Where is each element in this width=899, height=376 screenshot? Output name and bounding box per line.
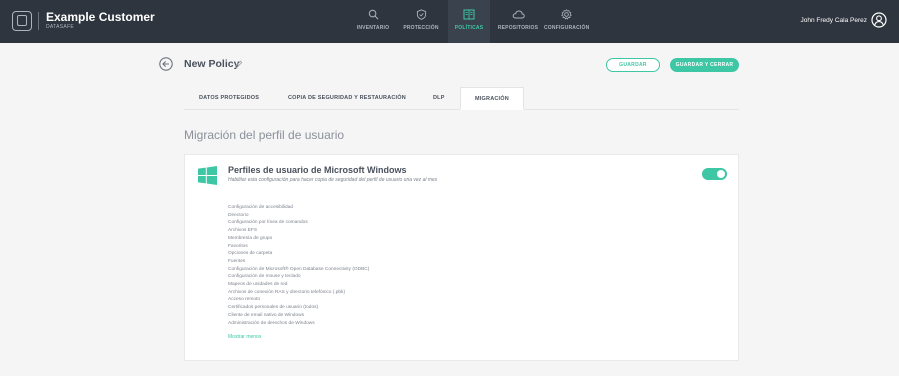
back-arrow-icon[interactable]	[159, 57, 173, 71]
save-button[interactable]: GUARDAR	[606, 58, 660, 72]
save-and-close-button[interactable]: GUARDAR Y CERRAR	[670, 58, 739, 72]
list-item: Acceso remoto	[228, 297, 260, 303]
list-item: Cliente de email nativo de Windows	[228, 312, 304, 318]
search-icon	[368, 9, 378, 20]
nav-label: REPOSITORIOS	[497, 25, 539, 31]
customer-name: Example Customer	[46, 10, 155, 24]
nav-configuracion[interactable]: CONFIGURACIÓN	[544, 0, 590, 43]
card-subtitle: Habilitar esta configuración para hacer …	[228, 177, 438, 183]
policy-icon	[463, 9, 475, 20]
section-title: Migración del perfil de usuario	[184, 128, 345, 142]
policy-title: New Policy	[184, 58, 240, 70]
nav-label: PROTECCIÓN	[403, 25, 439, 31]
list-item: Fuentes	[228, 258, 246, 264]
windows-profiles-card: Perfiles de usuario de Microsoft Windows…	[184, 154, 739, 361]
logo-divider	[38, 12, 39, 30]
product-name: DATASAFE	[46, 24, 75, 30]
pencil-icon[interactable]	[234, 60, 243, 69]
nav-proteccion[interactable]: PROTECCIÓN	[399, 0, 443, 43]
top-bar: Example Customer DATASAFE INVENTARIO PRO…	[0, 0, 899, 43]
list-item: Certificados personales de usuario (todo…	[228, 305, 319, 311]
list-item: Archivos EFS	[228, 228, 258, 234]
toggle-knob	[717, 170, 725, 178]
card-title: Perfiles de usuario de Microsoft Windows	[228, 165, 407, 175]
list-item: Configuración de accesibilidad	[228, 205, 294, 210]
nav-politicas[interactable]: POLÍTICAS	[448, 0, 490, 43]
nav-label: CONFIGURACIÓN	[544, 25, 590, 31]
user-avatar-icon[interactable]	[871, 12, 887, 28]
list-item: Archivos de conexión RAS y directorio te…	[228, 289, 346, 295]
enable-toggle[interactable]	[702, 168, 727, 180]
user-name[interactable]: John Fredy Cala Perez	[801, 17, 867, 24]
tab-datos-protegidos[interactable]: DATOS PROTEGIDOS	[199, 87, 259, 110]
list-item: Configuración por línea de comandos	[228, 220, 308, 226]
list-item: Configuración de Microsoft® Open Databas…	[228, 266, 370, 272]
list-item: Opciones de carpeta	[228, 251, 273, 257]
shield-icon	[416, 9, 426, 20]
nav-inventario[interactable]: INVENTARIO	[352, 0, 394, 43]
list-item: Mapeos de unidades de red	[228, 282, 288, 288]
list-item: Administración de derechos de Windows	[228, 320, 315, 326]
cloud-icon	[512, 10, 525, 19]
list-item: Directorio	[228, 212, 249, 218]
tab-migracion[interactable]: MIGRACIÓN	[460, 87, 524, 110]
windows-logo-icon	[198, 166, 217, 185]
nav-label: POLÍTICAS	[454, 25, 484, 31]
list-item: Configuración de mouse y teclado	[228, 274, 301, 280]
list-item: Membresía de grupo	[228, 235, 273, 241]
settings-list: Configuración de accesibilidad Directori…	[228, 204, 369, 327]
show-less-link[interactable]: Mostrar menos	[228, 334, 261, 340]
nav-repositorios[interactable]: REPOSITORIOS	[496, 0, 540, 43]
datasafe-logo-icon	[12, 11, 32, 31]
tab-dlp[interactable]: DLP	[433, 87, 445, 110]
nav-label: INVENTARIO	[356, 25, 390, 31]
gear-icon	[560, 9, 572, 20]
list-item: Favoritos	[228, 243, 248, 249]
tab-copia-de-seguridad[interactable]: COPIA DE SEGURIDAD Y RESTAURACIÓN	[288, 87, 406, 110]
